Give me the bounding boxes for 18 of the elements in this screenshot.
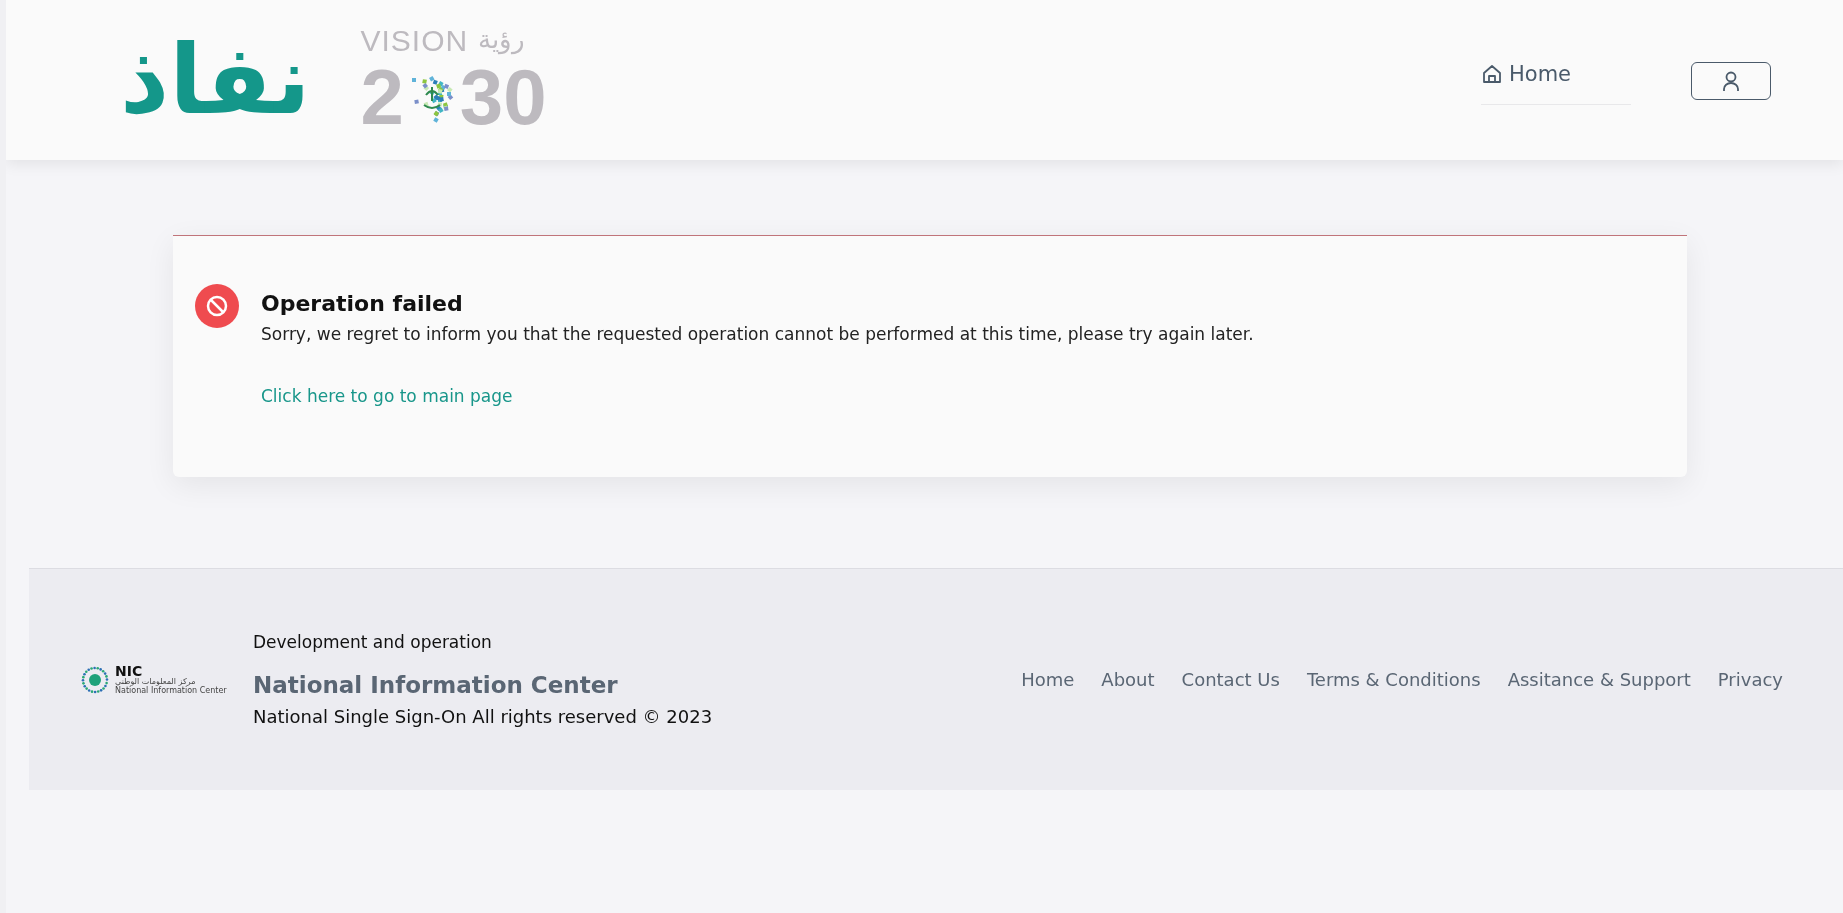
- footer-link[interactable]: Terms & Conditions: [1306, 669, 1481, 690]
- user-icon: [1721, 70, 1741, 92]
- nafath-logo: نفاذ: [120, 32, 311, 128]
- home-link[interactable]: Home: [1481, 62, 1631, 105]
- organization-name: National Information Center: [253, 672, 619, 698]
- blocked-icon: [195, 284, 239, 328]
- footer-link[interactable]: Home: [1021, 669, 1075, 690]
- footer-link[interactable]: Privacy: [1717, 669, 1783, 690]
- footer-caption: Development and operation: [253, 632, 493, 652]
- home-icon: [1481, 63, 1503, 85]
- footer-link[interactable]: Contact Us: [1181, 669, 1280, 690]
- main-page-link[interactable]: Click here to go to main page: [261, 386, 1254, 406]
- user-button[interactable]: [1691, 62, 1771, 100]
- copyright-text: National Single Sign-On All rights reserved © 2023: [253, 706, 713, 727]
- error-title: Operation failed: [261, 291, 464, 316]
- footer-link[interactable]: Assitance & Support: [1507, 669, 1691, 690]
- footer-link[interactable]: About: [1101, 669, 1155, 690]
- error-message: Sorry, we regret to inform you that the requested operation cannot be performed at this time, please try again later.: [261, 324, 1254, 344]
